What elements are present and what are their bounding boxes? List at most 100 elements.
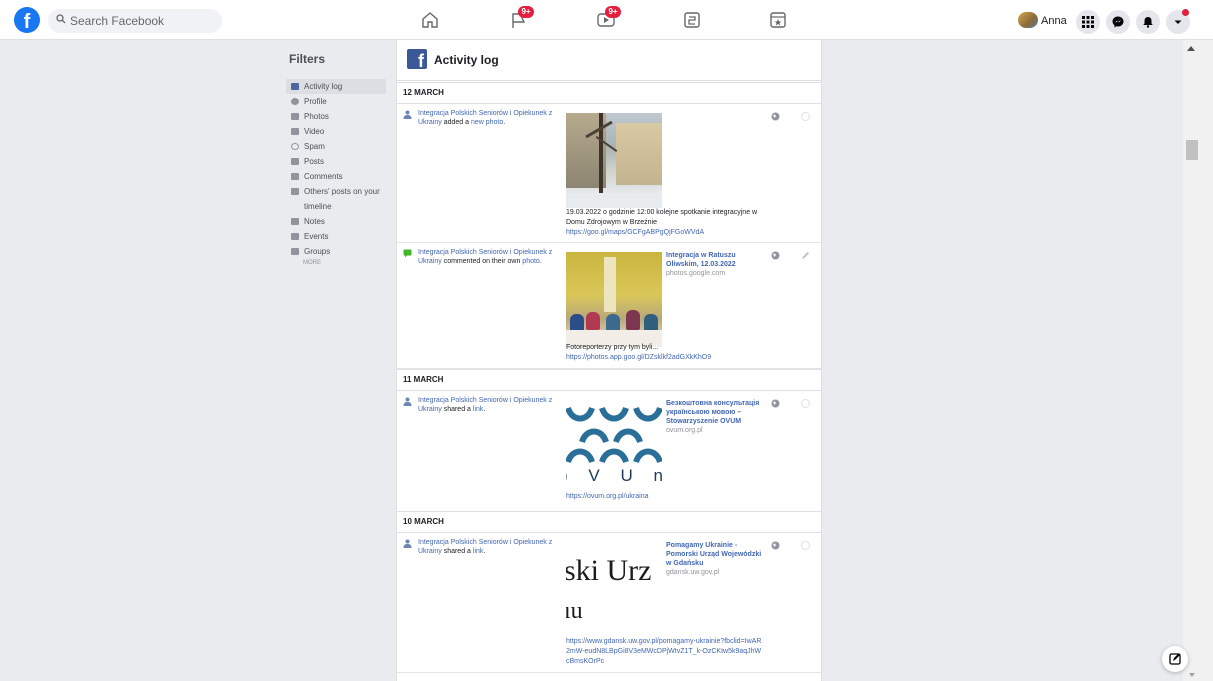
filter-comments[interactable]: Comments: [286, 169, 386, 184]
messenger-button[interactable]: [1106, 10, 1130, 34]
gaming-icon[interactable]: [768, 10, 788, 30]
comments-icon: [291, 173, 299, 180]
photo-thumbnail[interactable]: [566, 252, 662, 347]
comment-icon: [403, 249, 412, 258]
thumbnail-heading: ski Urz: [566, 554, 652, 587]
post-caption: Fotoreporterzy przy tym byli...: [566, 344, 659, 351]
home-icon[interactable]: [420, 10, 440, 30]
activity-entry: Integracja Polskich Seniorów i Opiekunek…: [397, 104, 821, 243]
object-link[interactable]: link: [473, 548, 484, 555]
globe-icon[interactable]: [771, 112, 780, 121]
spam-icon: [291, 143, 299, 150]
link-title[interactable]: Безкоштовна консультація українською мов…: [666, 399, 762, 426]
scroll-up-arrow-icon[interactable]: [1187, 46, 1195, 51]
alert-dot: [1182, 9, 1189, 16]
visibility-toggle[interactable]: [801, 541, 810, 550]
link-thumbnail[interactable]: ) V U n: [566, 400, 662, 495]
caption-link[interactable]: https://goo.gl/maps/GCFgABPgQjFGoWVdA: [566, 229, 704, 236]
action-text: added a: [443, 119, 469, 126]
caption-link[interactable]: https://ovum.org.pl/ukraina: [566, 493, 649, 500]
filter-list: Activity log Profile Photos Video Spam P…: [286, 79, 386, 266]
menu-button[interactable]: [1076, 10, 1100, 34]
date-header: 10 MARCH: [397, 511, 821, 533]
photo-thumbnail[interactable]: [566, 113, 662, 208]
pencil-icon[interactable]: [801, 251, 810, 260]
thumbnail-subheading: ıu: [566, 598, 583, 624]
activity-entry: Integracja Polskich Seniorów i Opiekunek…: [397, 243, 821, 369]
photos-icon: [291, 113, 299, 120]
new-message-button[interactable]: [1162, 646, 1188, 672]
object-link[interactable]: link: [473, 406, 484, 413]
filter-posts[interactable]: Posts: [286, 154, 386, 169]
filter-video[interactable]: Video: [286, 124, 386, 139]
filter-spam[interactable]: Spam: [286, 139, 386, 154]
chevron-down-icon: [1174, 20, 1182, 24]
person-icon: [403, 539, 412, 548]
facebook-square-icon: f: [407, 49, 427, 69]
visibility-toggle[interactable]: [801, 112, 810, 121]
filter-others-posts[interactable]: Others' posts on your: [286, 184, 386, 199]
compose-icon: [1169, 653, 1181, 665]
posts-icon: [291, 158, 299, 165]
filter-profile[interactable]: Profile: [286, 94, 386, 109]
globe-icon[interactable]: [771, 251, 780, 260]
video-icon: [291, 128, 299, 135]
activity-entry: Integracja Polskich Seniorów i Opiekunek…: [397, 391, 821, 515]
filters-title: Filters: [289, 52, 326, 66]
filters-panel: Filters Activity log Profile Photos Vide…: [286, 52, 386, 266]
post-caption: 19.03.2022 o godzinie 12:00 kolejne spot…: [566, 209, 758, 226]
watch-button[interactable]: 9+: [596, 6, 621, 30]
watch-badge: 9+: [605, 6, 621, 18]
activity-entry: Integracja Polskich Seniorów i Opiekunek…: [397, 533, 821, 673]
person-icon: [403, 110, 412, 119]
filter-photos[interactable]: Photos: [286, 109, 386, 124]
globe-icon[interactable]: [771, 399, 780, 408]
globe-icon[interactable]: [771, 541, 780, 550]
top-navigation-bar: f 9+ 9+ Anna: [0, 0, 1213, 40]
ovum-logo-text: ) V U n: [566, 466, 662, 485]
caption-link[interactable]: https://photos.app.goo.gl/DZsklkf2adGXkK…: [566, 354, 711, 361]
action-text: commented on their own: [443, 258, 521, 265]
marketplace-icon[interactable]: [682, 10, 702, 30]
search-input[interactable]: [70, 12, 215, 30]
link-title[interactable]: Pomagamy Ukrainie - Pomorski Urząd Wojew…: [666, 541, 762, 568]
page-title: Activity log: [434, 53, 499, 67]
visibility-toggle[interactable]: [801, 399, 810, 408]
activity-log-panel: f Activity log 12 MARCH Integracja Polsk…: [396, 40, 822, 681]
notifications-button[interactable]: [1136, 10, 1160, 34]
action-text: shared a: [443, 406, 471, 413]
activity-log-header: f Activity log: [397, 40, 821, 81]
date-header: 11 MARCH: [397, 369, 821, 391]
link-thumbnail[interactable]: ski Urz ıu: [566, 542, 662, 637]
notes-icon: [291, 218, 299, 225]
search-box[interactable]: [48, 9, 222, 33]
action-text: shared a: [443, 548, 471, 555]
filter-events[interactable]: Events: [286, 229, 386, 244]
filter-activity-log[interactable]: Activity log: [286, 79, 386, 94]
others-posts-icon: [291, 188, 299, 195]
filter-groups[interactable]: Groups: [286, 244, 386, 259]
caption-link[interactable]: https://www.gdansk.uw.gov.pl/pomagamy-uk…: [566, 638, 761, 665]
facebook-logo-icon[interactable]: f: [14, 7, 40, 33]
scroll-thumb[interactable]: [1186, 140, 1198, 160]
link-title[interactable]: Integracja w Ratuszu Oliwskim, 12.03.202…: [666, 251, 762, 269]
person-icon: [403, 397, 412, 406]
object-link[interactable]: photo: [522, 258, 540, 265]
profile-icon: [291, 98, 299, 105]
scroll-down-arrow-icon[interactable]: [1189, 673, 1195, 677]
messenger-icon: [1112, 16, 1124, 28]
avatar: [1018, 12, 1038, 28]
object-link[interactable]: new photo: [471, 119, 503, 126]
filter-others-posts-timeline[interactable]: timeline: [286, 199, 386, 214]
page-scrollbar[interactable]: [1183, 40, 1213, 681]
profile-name: Anna: [1041, 15, 1067, 27]
filter-notes[interactable]: Notes: [286, 214, 386, 229]
grid-icon: [1082, 16, 1094, 28]
filter-more-link[interactable]: MORE: [286, 260, 386, 266]
pages-flag-button[interactable]: 9+: [509, 6, 534, 30]
link-domain: photos.google.com: [666, 270, 726, 277]
events-icon: [291, 233, 299, 240]
link-domain: gdansk.uw.gov.pl: [666, 569, 720, 576]
facebook-icon: [291, 83, 299, 90]
account-button[interactable]: [1166, 9, 1190, 34]
